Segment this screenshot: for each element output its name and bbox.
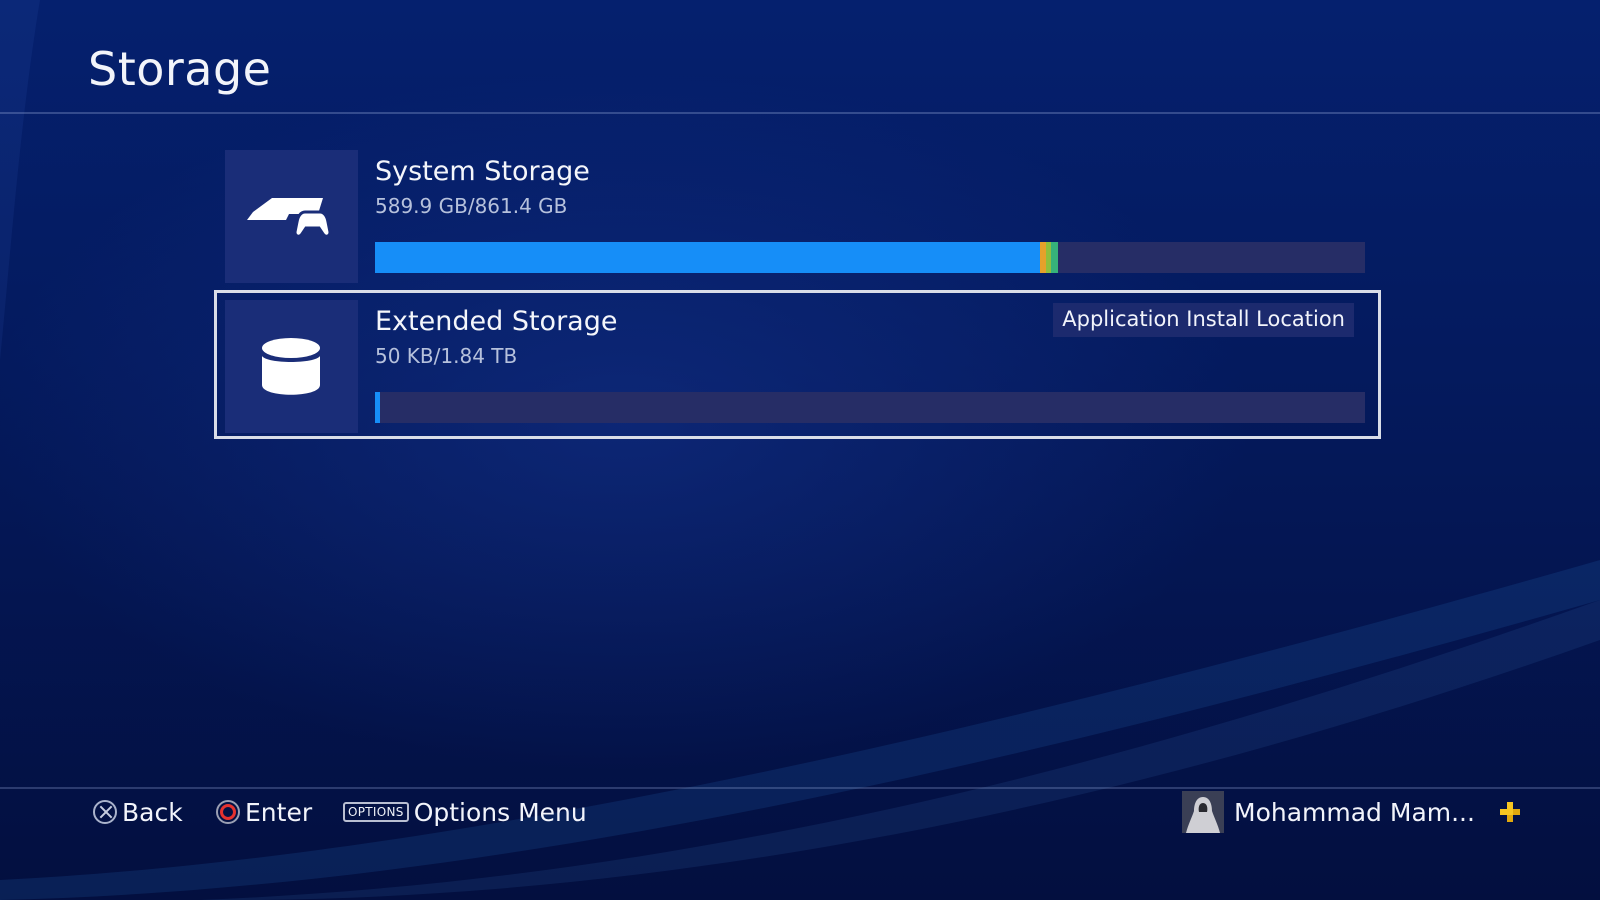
storage-size: 589.9 GB/861.4 GB [375,194,568,218]
footer-divider [0,787,1600,789]
storage-item-extended[interactable]: Extended Storage 50 KB/1.84 TB Applicati… [225,300,1366,433]
storage-usage-bar [375,242,1365,273]
options-hint[interactable]: OPTIONS Options Menu [343,792,587,832]
back-hint[interactable]: Back [93,792,183,832]
avatar [1182,791,1224,833]
storage-name: Extended Storage [375,306,618,337]
options-button-icon: OPTIONS [343,802,409,822]
external-drive-icon [225,300,358,433]
storage-size: 50 KB/1.84 TB [375,344,518,368]
header-divider [0,112,1600,114]
usage-segment [1051,242,1058,273]
options-label: Options Menu [413,797,587,827]
page-title: Storage [88,42,272,96]
back-label: Back [122,797,183,827]
background-wave [0,0,1600,900]
playstation-plus-icon [1499,801,1521,823]
footer-bar: Back Enter OPTIONS Options Menu Mohammad… [0,791,1600,833]
cross-button-icon [93,800,117,824]
circle-button-icon [216,800,240,824]
install-location-badge: Application Install Location [1053,303,1354,337]
enter-hint[interactable]: Enter [216,792,312,832]
user-profile[interactable]: Mohammad Mam... [1182,791,1521,833]
storage-usage-bar [375,392,1365,423]
user-name: Mohammad Mam... [1234,797,1475,827]
enter-label: Enter [245,797,313,827]
console-controller-icon [225,150,358,283]
storage-name: System Storage [375,156,590,187]
storage-item-system[interactable]: System Storage 589.9 GB/861.4 GB [225,150,1366,283]
usage-fill [375,242,1040,273]
usage-fill [375,392,380,423]
